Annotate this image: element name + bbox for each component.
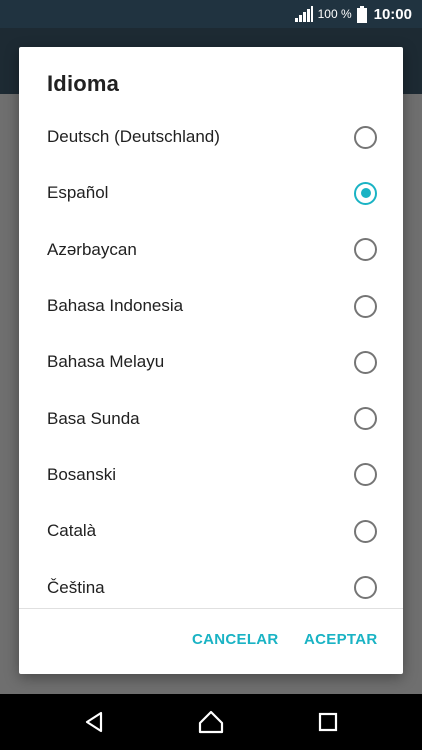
clock: 10:00: [373, 5, 412, 23]
recents-button[interactable]: [314, 708, 342, 736]
language-option-azerbaycan[interactable]: Azərbaycan: [19, 222, 403, 278]
language-option-bosanski[interactable]: Bosanski: [19, 447, 403, 503]
recents-icon: [318, 712, 338, 732]
language-option-cestina[interactable]: Čeština: [19, 559, 403, 607]
back-icon: [85, 711, 103, 733]
option-label: Bahasa Indonesia: [47, 296, 184, 316]
radio-button-unchecked[interactable]: [354, 350, 377, 374]
option-label: Čeština: [47, 577, 105, 597]
option-label: Azərbaycan: [47, 239, 137, 259]
option-label: Bosanski: [47, 464, 116, 484]
radio-button-checked[interactable]: [354, 181, 377, 205]
radio-button-unchecked[interactable]: [354, 519, 377, 543]
status-icons: 100 % 10:00: [294, 0, 412, 28]
navigation-bar: [0, 694, 422, 750]
radio-button-unchecked[interactable]: [354, 576, 377, 600]
back-button[interactable]: [80, 708, 108, 736]
language-option-catala[interactable]: Català: [19, 503, 403, 559]
language-option-basa-sunda[interactable]: Basa Sunda: [19, 390, 403, 446]
cancel-button[interactable]: CANCELAR: [192, 631, 279, 648]
option-label: Català: [47, 521, 97, 541]
language-dialog: Idioma Deutsch (Deutschland) Español Azə…: [19, 47, 403, 674]
option-label: Deutsch (Deutschland): [47, 127, 220, 147]
status-bar: 100 % 10:00: [0, 0, 422, 28]
option-label: Basa Sunda: [47, 408, 140, 428]
home-icon: [198, 710, 224, 734]
radio-button-unchecked[interactable]: [354, 294, 377, 318]
battery-icon: [356, 5, 367, 23]
radio-button-unchecked[interactable]: [354, 463, 377, 487]
accept-button[interactable]: ACEPTAR: [304, 631, 378, 648]
dialog-title: Idioma: [47, 71, 120, 96]
language-option-bahasa-indonesia[interactable]: Bahasa Indonesia: [19, 278, 403, 334]
battery-percent: 100 %: [317, 7, 352, 21]
option-label: Español: [47, 183, 109, 203]
radio-button-unchecked[interactable]: [354, 407, 377, 431]
radio-button-unchecked[interactable]: [354, 238, 377, 262]
home-button[interactable]: [197, 708, 225, 736]
screen: 100 % 10:00 Idioma Deutsch (Deutschland)…: [0, 0, 422, 750]
language-option-deutsch[interactable]: Deutsch (Deutschland): [19, 109, 403, 165]
dialog-actions: CANCELAR ACEPTAR: [19, 609, 403, 674]
radio-button-unchecked[interactable]: [354, 125, 377, 149]
signal-icon: [294, 6, 313, 22]
language-option-espanol[interactable]: Español: [19, 165, 403, 221]
option-label: Bahasa Melayu: [47, 352, 165, 372]
language-option-bahasa-melayu[interactable]: Bahasa Melayu: [19, 334, 403, 390]
language-option-list[interactable]: Deutsch (Deutschland) Español Azərbaycan…: [19, 109, 403, 607]
